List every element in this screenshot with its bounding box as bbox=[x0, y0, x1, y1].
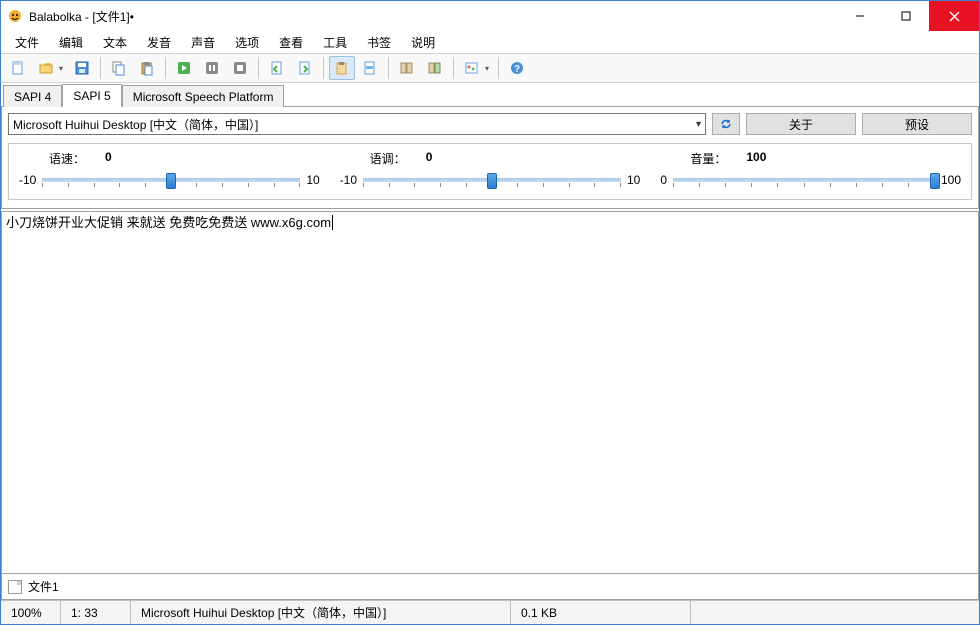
play-button[interactable] bbox=[171, 56, 197, 80]
rate-slider-block: 语速： 0 -10 10 bbox=[19, 150, 320, 189]
pitch-min: -10 bbox=[340, 173, 357, 187]
chevron-down-icon: ▾ bbox=[696, 119, 701, 130]
read-clipboard-button[interactable] bbox=[329, 56, 355, 80]
paste-button[interactable] bbox=[134, 56, 160, 80]
prev-sentence-button[interactable] bbox=[264, 56, 290, 80]
document-tab[interactable]: 文件1 bbox=[28, 578, 59, 595]
statusbar: 100% 1: 33 Microsoft Huihui Desktop [中文（… bbox=[1, 600, 979, 624]
menu-bookmarks[interactable]: 书签 bbox=[359, 32, 399, 53]
status-filler bbox=[691, 601, 979, 624]
titlebar: Balabolka - [文件1]• bbox=[1, 1, 979, 31]
volume-max: 100 bbox=[941, 173, 961, 187]
menu-text[interactable]: 文本 bbox=[95, 32, 135, 53]
next-sentence-button[interactable] bbox=[292, 56, 318, 80]
document-tabbar: 文件1 bbox=[1, 574, 979, 600]
open-file-button[interactable] bbox=[33, 56, 67, 80]
new-file-button[interactable] bbox=[5, 56, 31, 80]
maximize-button[interactable] bbox=[883, 1, 929, 31]
stop-button[interactable] bbox=[227, 56, 253, 80]
status-zoom[interactable]: 100% bbox=[1, 601, 61, 624]
document-icon bbox=[8, 580, 22, 594]
copy-button[interactable] bbox=[106, 56, 132, 80]
pitch-slider[interactable] bbox=[363, 171, 621, 189]
menu-help[interactable]: 说明 bbox=[403, 32, 443, 53]
engine-tabstrip: SAPI 4 SAPI 5 Microsoft Speech Platform bbox=[1, 83, 979, 107]
preset-button[interactable]: 预设 bbox=[862, 113, 972, 135]
status-size: 0.1 KB bbox=[511, 601, 691, 624]
pause-button[interactable] bbox=[199, 56, 225, 80]
about-voice-button[interactable]: 关于 bbox=[746, 113, 856, 135]
highlight-button[interactable] bbox=[357, 56, 383, 80]
help-button[interactable]: ? bbox=[504, 56, 530, 80]
pitch-value: 0 bbox=[426, 150, 433, 167]
tab-msp[interactable]: Microsoft Speech Platform bbox=[122, 85, 285, 107]
dictionary2-button[interactable] bbox=[422, 56, 448, 80]
status-voice: Microsoft Huihui Desktop [中文（简体，中国）] bbox=[131, 601, 511, 624]
tab-sapi4[interactable]: SAPI 4 bbox=[3, 85, 62, 107]
volume-label: 音量： bbox=[690, 150, 726, 167]
text-cursor bbox=[332, 215, 333, 230]
pitch-max: 10 bbox=[627, 173, 640, 187]
pitch-label: 语调： bbox=[370, 150, 406, 167]
menu-options[interactable]: 选项 bbox=[227, 32, 267, 53]
dictionary-button[interactable] bbox=[394, 56, 420, 80]
voice-select[interactable]: Microsoft Huihui Desktop [中文（简体，中国）] ▾ bbox=[8, 113, 706, 135]
editor-content: 小刀烧饼开业大促销 来就送 免费吃免费送 www.x6g.com bbox=[6, 215, 331, 230]
tab-sapi5[interactable]: SAPI 5 bbox=[62, 84, 121, 107]
voice-selected-label: Microsoft Huihui Desktop [中文（简体，中国）] bbox=[13, 116, 258, 133]
menu-voice[interactable]: 声音 bbox=[183, 32, 223, 53]
voice-panel: Microsoft Huihui Desktop [中文（简体，中国）] ▾ 关… bbox=[1, 107, 979, 209]
menu-speak[interactable]: 发音 bbox=[139, 32, 179, 53]
text-editor[interactable]: 小刀烧饼开业大促销 来就送 免费吃免费送 www.x6g.com bbox=[1, 211, 979, 574]
rate-slider[interactable] bbox=[42, 171, 300, 189]
refresh-voices-button[interactable] bbox=[712, 113, 740, 135]
rate-value: 0 bbox=[105, 150, 112, 167]
menubar: 文件 编辑 文本 发音 声音 选项 查看 工具 书签 说明 bbox=[1, 31, 979, 53]
svg-text:?: ? bbox=[514, 64, 520, 75]
menu-tools[interactable]: 工具 bbox=[315, 32, 355, 53]
volume-slider[interactable] bbox=[673, 171, 935, 189]
skins-button[interactable] bbox=[459, 56, 493, 80]
rate-min: -10 bbox=[19, 173, 36, 187]
menu-view[interactable]: 查看 bbox=[271, 32, 311, 53]
window-title: Balabolka - [文件1]• bbox=[29, 8, 134, 25]
toolbar: ? bbox=[1, 53, 979, 83]
close-button[interactable] bbox=[929, 1, 979, 31]
minimize-button[interactable] bbox=[837, 1, 883, 31]
menu-file[interactable]: 文件 bbox=[7, 32, 47, 53]
sliders-group: 语速： 0 -10 10 语调： 0 -10 bbox=[8, 143, 972, 200]
menu-edit[interactable]: 编辑 bbox=[51, 32, 91, 53]
status-caret-pos: 1: 33 bbox=[61, 601, 131, 624]
volume-slider-block: 音量： 100 0 100 bbox=[660, 150, 961, 189]
volume-value: 100 bbox=[746, 150, 766, 167]
save-button[interactable] bbox=[69, 56, 95, 80]
volume-min: 0 bbox=[660, 173, 667, 187]
rate-label: 语速： bbox=[49, 150, 85, 167]
rate-max: 10 bbox=[306, 173, 319, 187]
app-icon bbox=[7, 8, 23, 24]
pitch-slider-block: 语调： 0 -10 10 bbox=[340, 150, 641, 189]
